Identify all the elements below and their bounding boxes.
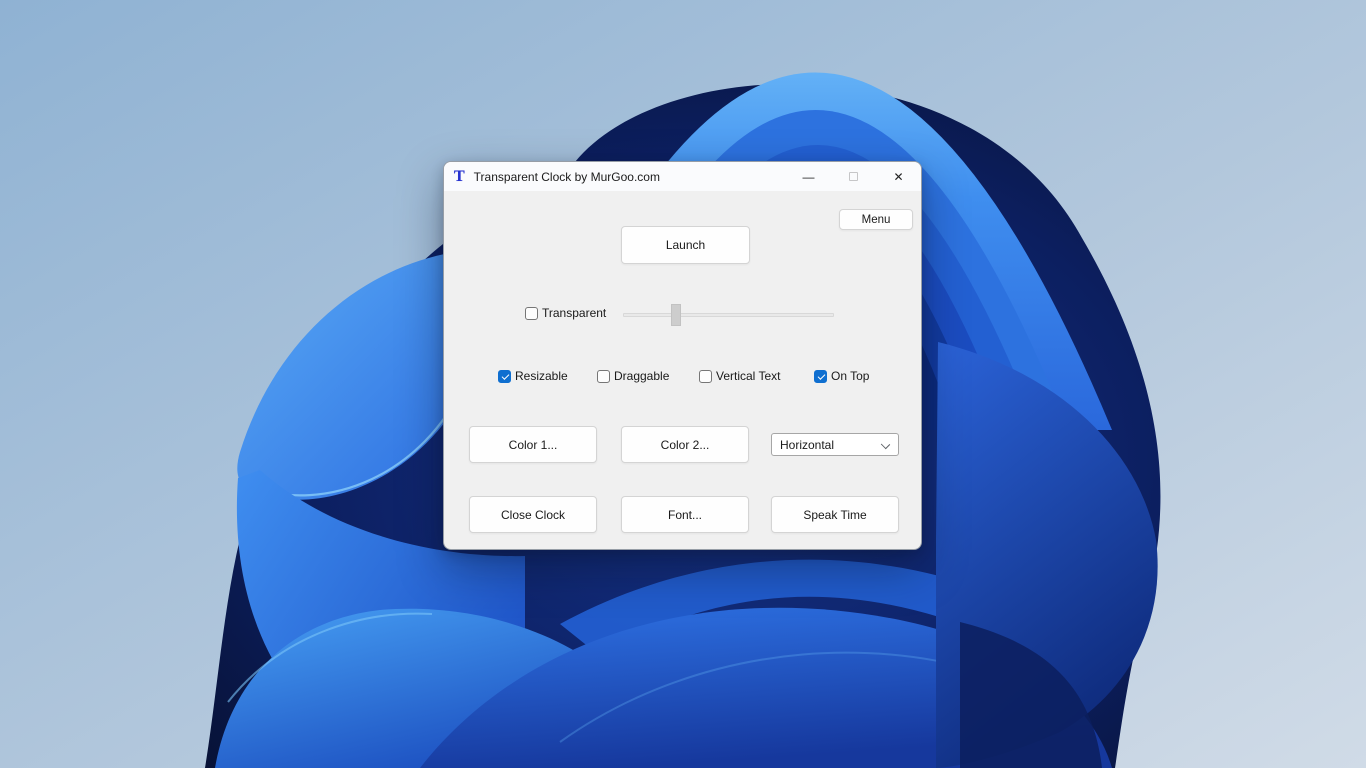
speak-time-button[interactable]: Speak Time [771, 496, 899, 533]
resizable-checkbox[interactable]: Resizable [498, 369, 568, 383]
draggable-checkbox[interactable]: Draggable [597, 369, 669, 383]
window-title: Transparent Clock by MurGoo.com [473, 169, 660, 184]
titlebar[interactable]: T Transparent Clock by MurGoo.com — ✕ [444, 162, 921, 191]
maximize-icon [849, 172, 858, 181]
app-icon: T [454, 167, 465, 185]
close-icon: ✕ [893, 169, 904, 184]
slider-thumb[interactable] [670, 304, 681, 326]
close-button[interactable]: ✕ [876, 162, 921, 191]
color2-button[interactable]: Color 2... [621, 426, 749, 463]
draggable-checkbox-box[interactable] [597, 369, 610, 383]
transparent-checkbox-box[interactable] [525, 306, 538, 320]
transparency-slider[interactable] [623, 304, 834, 326]
transparent-checkbox[interactable]: Transparent [525, 306, 606, 320]
resizable-checkbox-box[interactable] [498, 369, 511, 383]
maximize-button [831, 162, 876, 191]
vertical-text-checkbox-label: Vertical Text [716, 369, 781, 383]
orientation-selected-value: Horizontal [780, 437, 835, 452]
on-top-checkbox-label: On Top [831, 369, 870, 383]
close-clock-button[interactable]: Close Clock [469, 496, 597, 533]
vertical-text-checkbox[interactable]: Vertical Text [699, 369, 780, 383]
orientation-select[interactable]: Horizontal [771, 433, 899, 456]
font-button[interactable]: Font... [621, 496, 749, 533]
color1-button[interactable]: Color 1... [469, 426, 597, 463]
minimize-button[interactable]: — [786, 162, 831, 191]
slider-track[interactable] [623, 313, 834, 317]
vertical-text-checkbox-box[interactable] [699, 369, 712, 383]
chevron-down-icon [880, 439, 891, 450]
draggable-checkbox-label: Draggable [614, 369, 670, 383]
caption-buttons: — ✕ [786, 162, 921, 191]
launch-button[interactable]: Launch [621, 226, 750, 264]
on-top-checkbox-box[interactable] [814, 369, 827, 383]
menu-button[interactable]: Menu [839, 209, 913, 230]
on-top-checkbox[interactable]: On Top [814, 369, 869, 383]
transparent-clock-window: T Transparent Clock by MurGoo.com — ✕ Me… [443, 161, 922, 550]
resizable-checkbox-label: Resizable [515, 369, 568, 383]
minimize-icon: — [802, 169, 815, 184]
transparent-checkbox-label: Transparent [542, 306, 607, 320]
